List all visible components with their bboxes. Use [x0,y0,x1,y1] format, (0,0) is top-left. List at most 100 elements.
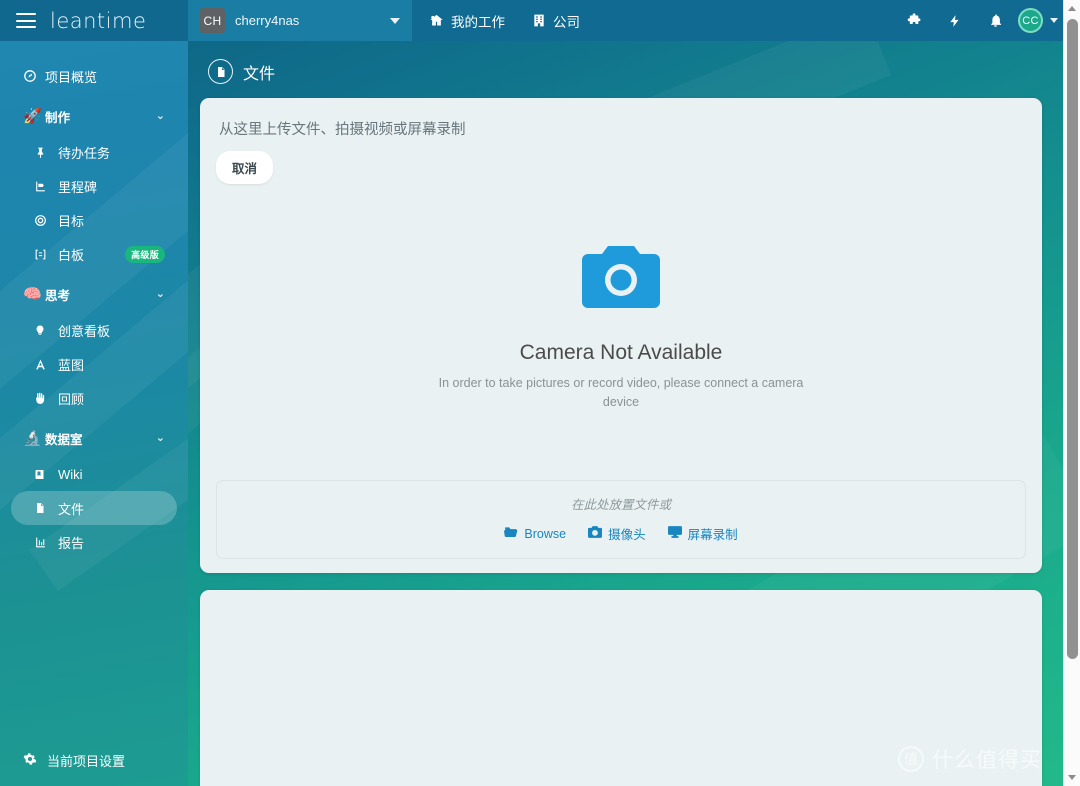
files-list-card [200,590,1042,786]
camera-title: Camera Not Available [520,341,723,365]
topbar-nav: 我的工作 公司 [412,0,906,41]
sidebar-group-label: 思考 [45,285,70,304]
scrollbar-thumb[interactable] [1067,19,1078,659]
plugins-icon[interactable] [906,12,924,30]
sidebar-group-think[interactable]: 🧠 思考 ⌄ [11,277,177,311]
hamburger-icon[interactable] [16,13,36,28]
sidebar-item-label: 里程碑 [58,177,97,196]
sidebar-item-label: 文件 [58,499,84,518]
chevron-down-icon[interactable]: ⌄ [156,111,165,122]
target-icon [34,214,56,227]
page-title: 文件 [243,60,275,84]
screen-record-button[interactable]: 屏幕录制 [668,524,738,543]
topbar-actions: CC [906,0,1080,41]
report-icon [34,536,56,549]
top-bar: leantime CH cherry4nas 我的工作 公司 [0,0,1080,41]
sidebar-item-wiki[interactable]: Wiki [11,457,177,491]
pin-icon [34,146,56,159]
status-badge: 高级版 [125,246,165,263]
sidebar-item-label: 白板 [58,245,84,264]
camera-subtitle: In order to take pictures or record vide… [431,374,811,412]
avatar[interactable]: CC [1018,8,1043,33]
sidebar-item-label: 目标 [58,211,84,230]
gear-icon [23,752,37,769]
sidebar-item-todos[interactable]: 待办任务 [11,135,177,169]
sidebar-item-retrospective[interactable]: 回顾 [11,381,177,415]
sidebar-item-ideas[interactable]: 创意看板 [11,313,177,347]
sidebar-item-files[interactable]: 文件 [11,491,177,525]
upload-heading: 从这里上传文件、拍摄视频或屏幕录制 [216,118,1026,139]
sidebar-item-goals[interactable]: 目标 [11,203,177,237]
lightbulb-icon [34,324,56,337]
sidebar-item-label: 报告 [58,533,84,552]
project-selector[interactable]: CH cherry4nas [188,0,412,41]
topnav-company-label: 公司 [553,11,580,31]
topnav-my-work[interactable]: 我的工作 [429,11,505,31]
chevron-down-icon[interactable]: ⌄ [156,289,165,300]
chevron-down-icon[interactable] [390,18,400,24]
scroll-down-arrow[interactable] [1064,769,1080,786]
rocket-icon: 🚀 [23,107,43,125]
microscope-icon: 🔬 [23,429,43,447]
cancel-button[interactable]: 取消 [216,151,273,184]
book-icon [34,468,56,481]
topbar-brand-area: leantime [0,0,188,41]
brain-icon: 🧠 [23,285,43,303]
monitor-icon [668,526,682,541]
camera-label: 摄像头 [608,524,646,543]
sidebar-item-label: Wiki [58,467,83,482]
dropzone[interactable]: 在此处放置文件或 Browse 摄像头 [216,480,1026,559]
browse-label: Browse [524,527,566,541]
sidebar-item-reports[interactable]: 报告 [11,525,177,559]
leantime-logo[interactable]: leantime [50,9,146,33]
sidebar-item-milestones[interactable]: 里程碑 [11,169,177,203]
camera-icon [588,526,602,541]
sidebar-item-dashboard[interactable]: 项目概览 [11,59,177,93]
my-work-icon [429,13,444,28]
sidebar-group-label: 制作 [45,107,70,126]
topnav-my-work-label: 我的工作 [451,11,505,31]
sidebar-footer-label: 当前项目设置 [47,751,125,770]
dashboard-icon [23,69,43,83]
vertical-scrollbar[interactable] [1063,0,1080,786]
dropzone-hint: 在此处放置文件或 [227,494,1015,513]
page-header: 文件 [200,41,1042,98]
sidebar-group-make[interactable]: 🚀 制作 ⌄ [11,99,177,133]
blueprint-icon [34,358,56,371]
retrospective-icon [34,392,56,405]
sidebar-item-label: 项目概览 [45,67,97,86]
sidebar-item-blueprint[interactable]: 蓝图 [11,347,177,381]
chevron-down-icon[interactable]: ⌄ [156,433,165,444]
sidebar-group-label: 数据室 [45,429,83,448]
company-icon [531,13,546,28]
sidebar-item-whiteboard[interactable]: 白板 高级版 [11,237,177,271]
main-content: 文件 从这里上传文件、拍摄视频或屏幕录制 取消 Camera Not Avail… [188,41,1056,786]
upload-card: 从这里上传文件、拍摄视频或屏幕录制 取消 Camera Not Availabl… [200,98,1042,573]
folder-open-icon [504,526,518,541]
file-icon [34,501,56,515]
sidebar-group-dataroom[interactable]: 🔬 数据室 ⌄ [11,421,177,455]
sidebar-nav: 项目概览 🚀 制作 ⌄ 待办任务 里程碑 目标 [0,41,188,734]
quick-actions-icon[interactable] [946,12,964,30]
notifications-icon[interactable] [986,12,1004,30]
project-name: cherry4nas [235,13,380,28]
screen-record-label: 屏幕录制 [688,524,738,543]
browse-button[interactable]: Browse [504,526,566,541]
sidebar-project-settings[interactable]: 当前项目设置 [0,734,188,786]
file-icon [208,59,233,84]
project-avatar: CH [200,8,225,33]
sidebar-item-label: 创意看板 [58,321,110,340]
dropzone-actions: Browse 摄像头 屏幕录制 [227,524,1015,543]
sidebar-item-label: 回顾 [58,389,84,408]
camera-button[interactable]: 摄像头 [588,524,646,543]
sidebar: 项目概览 🚀 制作 ⌄ 待办任务 里程碑 目标 [0,41,188,786]
camera-unavailable-panel: Camera Not Available In order to take pi… [216,188,1026,470]
sidebar-item-label: 蓝图 [58,355,84,374]
milestone-icon [34,180,56,193]
camera-icon [582,246,660,313]
topnav-company[interactable]: 公司 [531,11,580,31]
scroll-up-arrow[interactable] [1064,0,1080,17]
sidebar-item-label: 待办任务 [58,143,110,162]
user-menu[interactable]: CC [1018,8,1058,33]
chevron-down-icon[interactable] [1050,18,1058,23]
